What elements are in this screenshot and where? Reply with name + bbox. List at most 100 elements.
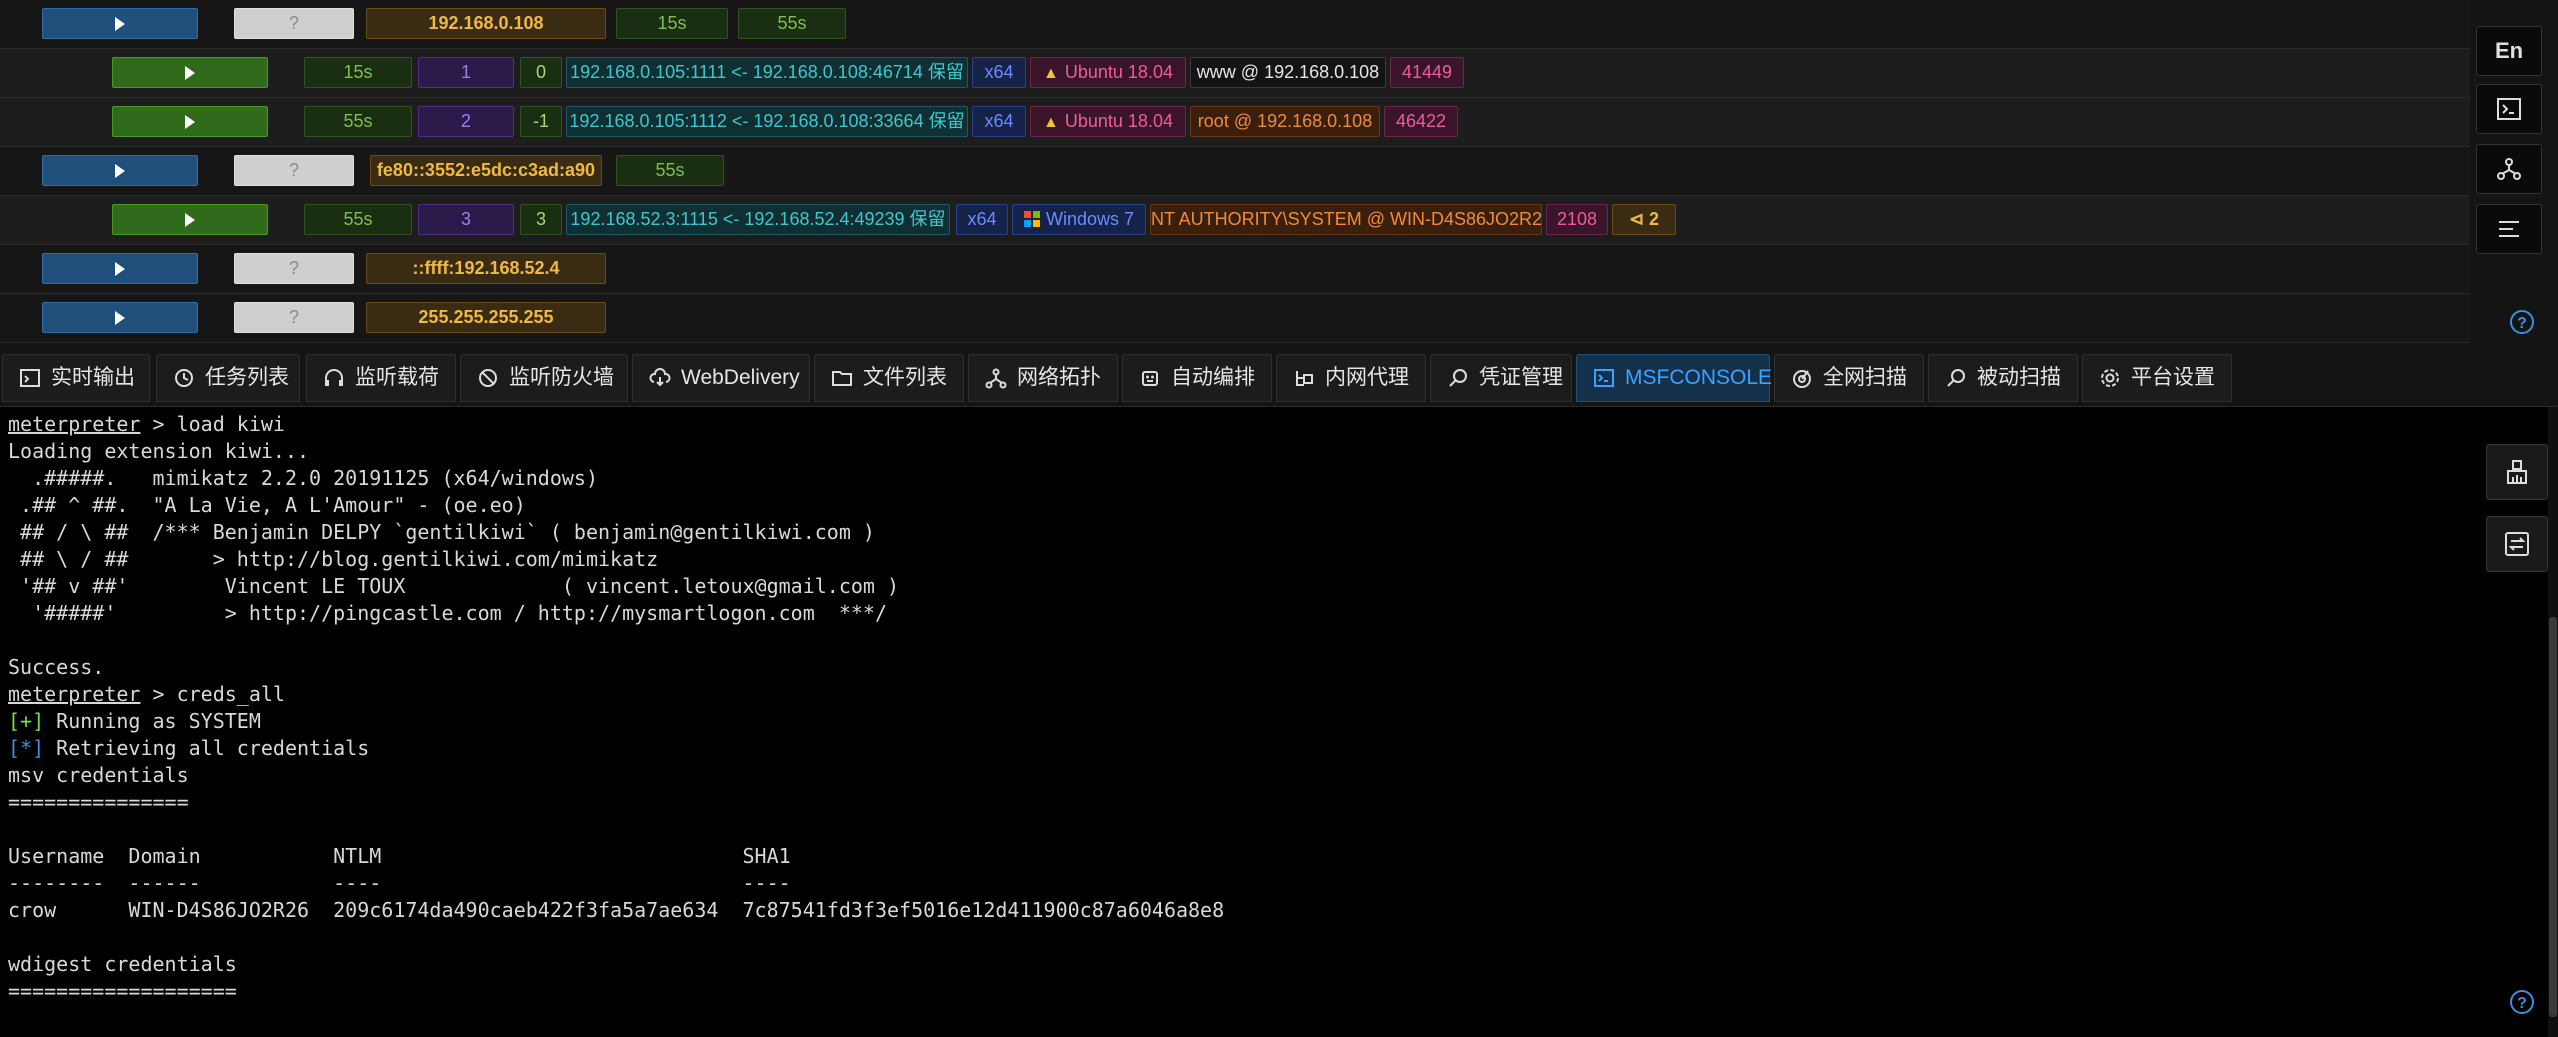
host-ip[interactable]: ::ffff:192.168.52.4 bbox=[366, 253, 606, 284]
host-os-unknown: ? bbox=[234, 155, 354, 186]
host-row[interactable]: ? 192.168.0.108 15s 55s bbox=[0, 0, 2470, 49]
terminal-button[interactable] bbox=[2476, 84, 2542, 134]
host-row[interactable]: ? ::ffff:192.168.52.4 bbox=[0, 245, 2470, 294]
host-ip[interactable]: fe80::3552:e5dc:c3ad:a90 bbox=[370, 155, 602, 186]
help-icon[interactable]: ? bbox=[2510, 310, 2534, 334]
radar-icon bbox=[1793, 370, 1811, 388]
console-refresh-button[interactable] bbox=[2486, 516, 2548, 572]
console-line-text: > load kiwi bbox=[140, 412, 285, 436]
console-line-text: msv credentials bbox=[8, 763, 189, 787]
session-os: Windows 7 bbox=[1012, 204, 1146, 235]
session-row[interactable]: 55s 3 3 192.168.52.3:1115 <- 192.168.52.… bbox=[0, 196, 2470, 245]
play-icon bbox=[185, 213, 195, 228]
play-icon bbox=[115, 164, 125, 179]
expand-button[interactable] bbox=[42, 155, 198, 186]
console-line-text: wdigest credentials bbox=[8, 952, 237, 976]
block-icon bbox=[479, 369, 497, 387]
tab-platform-settings[interactable]: 平台设置 bbox=[2082, 354, 2232, 402]
console-line: ## / \ ## /*** Benjamin DELPY `gentilkiw… bbox=[8, 519, 875, 546]
refresh-icon bbox=[2505, 532, 2529, 556]
credentials-badge[interactable]: ⊲ 2 bbox=[1612, 204, 1676, 235]
session-time: 55s bbox=[304, 106, 412, 137]
play-icon bbox=[115, 17, 125, 32]
session-id: 1 bbox=[418, 57, 514, 88]
console-scrollbar-thumb[interactable] bbox=[2549, 617, 2557, 1017]
host-time: 55s bbox=[738, 8, 846, 39]
key-icon: ⊲ bbox=[1628, 209, 1645, 229]
terminal-icon bbox=[1594, 369, 1614, 387]
session-run-button[interactable] bbox=[112, 57, 268, 88]
windows-icon bbox=[1023, 211, 1040, 227]
tab-full-network-scan[interactable]: 全网扫描 bbox=[1774, 354, 1924, 402]
expand-button[interactable] bbox=[42, 8, 198, 39]
session-row[interactable]: 55s 2 -1 192.168.0.105:1112 <- 192.168.0… bbox=[0, 98, 2470, 147]
console-line-text: Username Domain NTLM SHA1 bbox=[8, 844, 791, 868]
list-button[interactable] bbox=[2476, 204, 2542, 254]
session-id: 3 bbox=[418, 204, 514, 235]
tab-passive-scan[interactable]: 被动扫描 bbox=[1928, 354, 2078, 402]
tab-webdelivery[interactable]: WebDelivery bbox=[632, 354, 810, 402]
tab-auto-orchestration[interactable]: 自动编排 bbox=[1122, 354, 1272, 402]
tab-intranet-proxy[interactable]: 内网代理 bbox=[1276, 354, 1426, 402]
passive-scan-icon bbox=[1947, 369, 1965, 387]
expand-button[interactable] bbox=[42, 302, 198, 333]
tab-task-list[interactable]: 任务列表 bbox=[156, 354, 300, 402]
linux-icon: ▲ bbox=[1043, 65, 1059, 82]
session-user: root @ 192.168.0.108 bbox=[1190, 106, 1380, 137]
help-icon[interactable]: ? bbox=[2510, 990, 2534, 1014]
console-line: crow WIN-D4S86JO2R26 209c6174da490caeb42… bbox=[8, 897, 1224, 924]
tab-label: 网络拓扑 bbox=[1017, 366, 1101, 389]
console-line-text: crow WIN-D4S86JO2R26 209c6174da490caeb42… bbox=[8, 898, 1225, 922]
console-line-text: ## \ / ## > http://blog.gentilkiwi.com/m… bbox=[8, 547, 659, 571]
language-toggle-button[interactable]: En bbox=[2476, 26, 2542, 76]
console-status-tag: [+] bbox=[8, 709, 45, 733]
tab-listener-firewall[interactable]: 监听防火墙 bbox=[460, 354, 628, 402]
host-os-unknown: ? bbox=[234, 253, 354, 284]
host-os-unknown: ? bbox=[234, 302, 354, 333]
play-icon bbox=[115, 262, 125, 277]
console-line-text: .## ^ ##. "A La Vie, A L'Amour" - (oe.eo… bbox=[8, 493, 526, 517]
console-line: meterpreter > creds_all bbox=[8, 681, 285, 708]
session-num: -1 bbox=[520, 106, 562, 137]
host-time: 15s bbox=[616, 8, 728, 39]
session-os: ▲ Ubuntu 18.04 bbox=[1030, 106, 1186, 137]
tab-file-list[interactable]: 文件列表 bbox=[814, 354, 964, 402]
console-clear-button[interactable] bbox=[2486, 444, 2548, 500]
host-ip[interactable]: 255.255.255.255 bbox=[366, 302, 606, 333]
expand-button[interactable] bbox=[42, 253, 198, 284]
gear-icon bbox=[2101, 369, 2119, 387]
tab-label: 实时输出 bbox=[51, 366, 135, 389]
host-row[interactable]: ? fe80::3552:e5dc:c3ad:a90 55s bbox=[0, 147, 2470, 196]
console-line-text: =============== bbox=[8, 790, 189, 814]
host-row[interactable]: ? 255.255.255.255 bbox=[0, 294, 2470, 343]
tab-label: 任务列表 bbox=[205, 366, 289, 389]
tab-listener-payload[interactable]: 监听载荷 bbox=[306, 354, 456, 402]
console-line-text: > creds_all bbox=[140, 682, 285, 706]
console-line: Username Domain NTLM SHA1 bbox=[8, 843, 791, 870]
tab-realtime-output[interactable]: 实时输出 bbox=[2, 354, 150, 402]
session-tunnel: 192.168.0.105:1112 <- 192.168.0.108:3366… bbox=[566, 106, 968, 137]
session-row[interactable]: 15s 1 0 192.168.0.105:1111 <- 192.168.0.… bbox=[0, 49, 2470, 98]
tab-label: 自动编排 bbox=[1171, 366, 1255, 389]
console-line: '## v ##' Vincent LE TOUX ( vincent.leto… bbox=[8, 573, 899, 600]
tab-label: 被动扫描 bbox=[1977, 366, 2061, 389]
tab-credential-management[interactable]: 凭证管理 bbox=[1430, 354, 1572, 402]
session-pid: 46422 bbox=[1384, 106, 1458, 137]
session-os-label: Ubuntu 18.04 bbox=[1064, 111, 1173, 131]
tab-label: 文件列表 bbox=[863, 366, 947, 389]
console-line: ## \ / ## > http://blog.gentilkiwi.com/m… bbox=[8, 546, 658, 573]
session-run-button[interactable] bbox=[112, 106, 268, 137]
tab-label: WebDelivery bbox=[681, 366, 800, 389]
session-pid: 2108 bbox=[1546, 204, 1608, 235]
topology-button[interactable] bbox=[2476, 144, 2542, 194]
console-line: .## ^ ##. "A La Vie, A L'Amour" - (oe.eo… bbox=[8, 492, 526, 519]
proxy-icon bbox=[1296, 371, 1313, 386]
session-run-button[interactable] bbox=[112, 204, 268, 235]
host-ip[interactable]: 192.168.0.108 bbox=[366, 8, 606, 39]
tab-label: 平台设置 bbox=[2131, 366, 2215, 389]
console-line-text: .#####. mimikatz 2.2.0 20191125 (x64/win… bbox=[8, 466, 599, 490]
console-line-text: -------- ------ ---- ---- bbox=[8, 871, 791, 895]
tab-msfconsole[interactable]: MSFCONSOLE bbox=[1576, 354, 1772, 402]
tab-network-topology[interactable]: 网络拓扑 bbox=[968, 354, 1118, 402]
msf-console-output[interactable]: meterpreter > load kiwi Loading extension… bbox=[0, 407, 2548, 1037]
